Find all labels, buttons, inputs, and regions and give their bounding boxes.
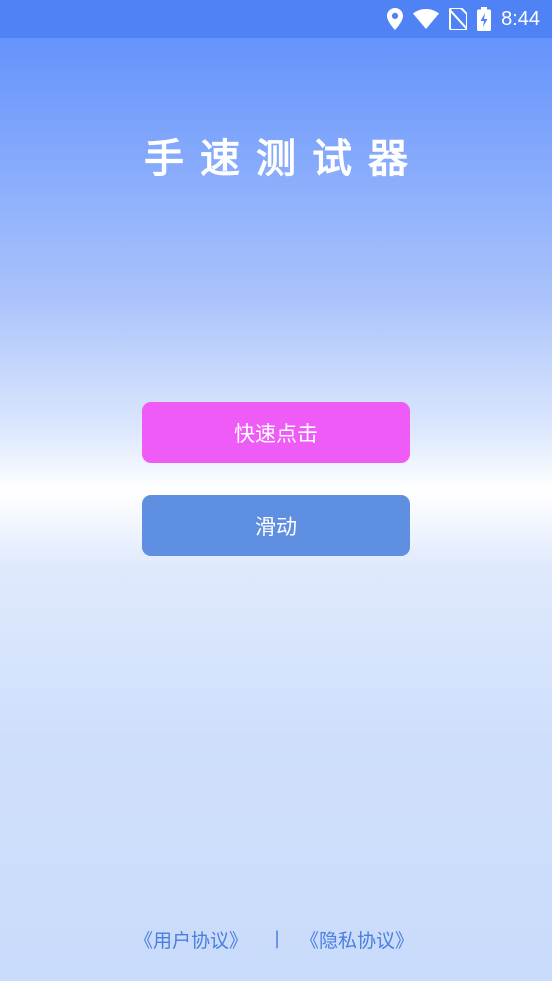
- footer-separator: |: [274, 928, 281, 949]
- status-bar: 8:44: [0, 0, 552, 38]
- privacy-agreement-link[interactable]: 《隐私协议》: [300, 926, 414, 953]
- battery-charging-icon: [477, 7, 492, 31]
- footer-links: 《用户协议》 | 《隐私协议》: [0, 926, 552, 954]
- app-title: 手速测试器: [144, 136, 424, 182]
- quick-click-button[interactable]: 快速点击: [142, 402, 410, 463]
- wifi-icon: [413, 9, 440, 29]
- status-time: 8:44: [501, 7, 540, 30]
- no-sim-icon: [449, 8, 468, 30]
- swipe-button[interactable]: 滑动: [142, 495, 410, 556]
- location-icon: [387, 8, 404, 30]
- user-agreement-link[interactable]: 《用户协议》: [134, 926, 248, 953]
